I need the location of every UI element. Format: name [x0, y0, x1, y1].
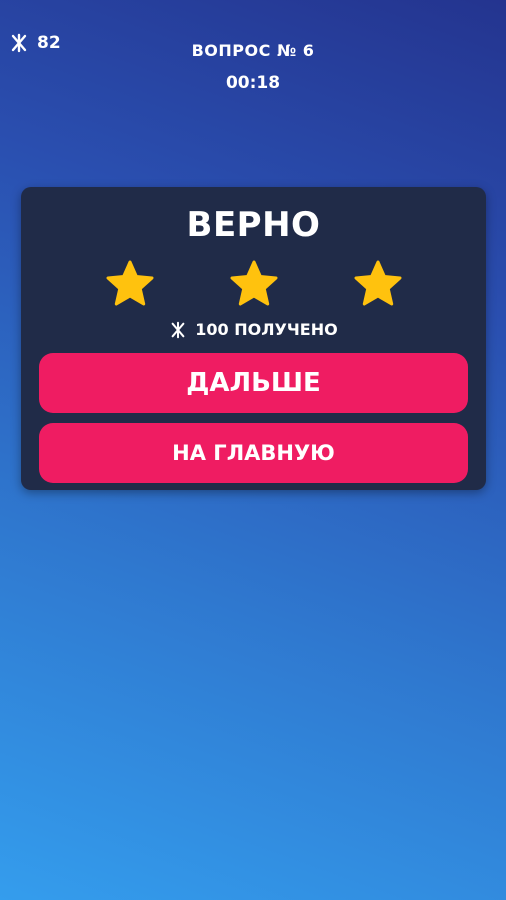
result-dialog: ВЕРНО 100 ПОЛУЧЕНО ДАЛЬШЕ НА ГЛАВНУЮ — [21, 187, 486, 490]
coin-symbol-icon — [171, 321, 185, 338]
star-icon — [354, 260, 402, 306]
result-title: ВЕРНО — [186, 205, 321, 245]
star-icon — [106, 260, 154, 306]
reward-text: 100 ПОЛУЧЕНО — [195, 320, 338, 339]
star-icon — [230, 260, 278, 306]
reward-line: 100 ПОЛУЧЕНО — [21, 320, 486, 339]
star-rating — [21, 259, 486, 311]
home-button[interactable]: НА ГЛАВНУЮ — [39, 423, 468, 483]
question-header: ВОПРОС № 6 00:18 — [0, 41, 506, 93]
question-timer: 00:18 — [225, 73, 281, 93]
next-button[interactable]: ДАЛЬШЕ — [39, 353, 468, 413]
question-number: ВОПРОС № 6 — [191, 41, 315, 60]
